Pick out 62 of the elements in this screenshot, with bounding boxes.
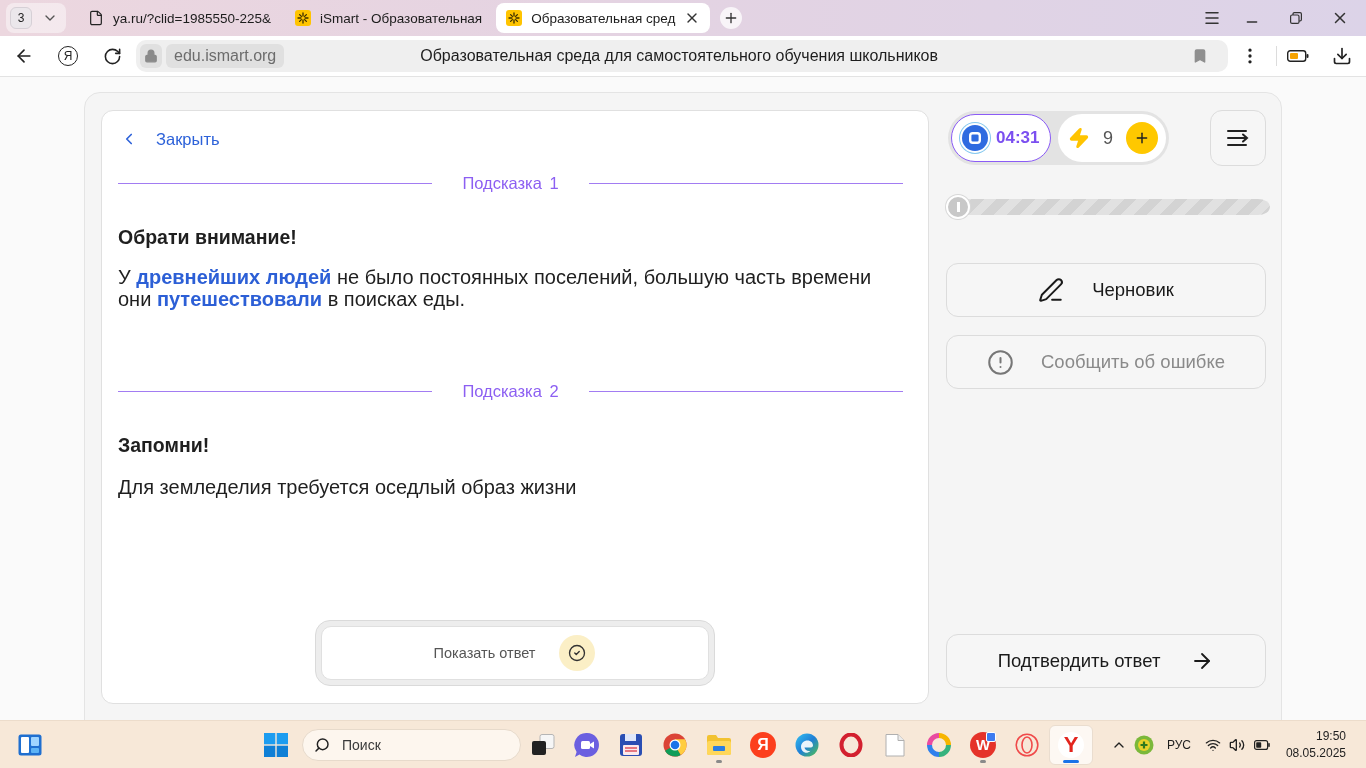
bookmark-icon[interactable] <box>1192 48 1208 64</box>
chrome-icon[interactable] <box>663 732 687 757</box>
language-indicator[interactable]: РУС <box>1167 737 1192 752</box>
yandex-browser-icon[interactable]: Y <box>1058 731 1084 758</box>
show-answer-button[interactable]: Показать ответ <box>320 626 709 680</box>
submit-answer-button[interactable]: Подтвердить ответ <box>946 634 1266 688</box>
hint-heading: Запомни! <box>118 433 211 457</box>
task-view-icon[interactable] <box>531 733 555 756</box>
clock-date[interactable]: 08.05.2025 <box>1285 744 1346 762</box>
video-chat-icon[interactable] <box>574 731 600 758</box>
energy-count: 9 <box>1103 127 1113 149</box>
start-icon[interactable] <box>264 732 288 757</box>
volume-icon[interactable] <box>1229 736 1246 753</box>
star-logo-icon <box>506 10 523 26</box>
search-field[interactable]: Поиск <box>302 728 521 761</box>
edge-icon[interactable] <box>795 732 819 757</box>
hint-heading: Обрати внимание! <box>118 225 298 249</box>
lock-icon <box>140 44 162 68</box>
battery-icon[interactable] <box>1287 50 1309 62</box>
tab-counter-button[interactable]: 3 <box>10 7 32 29</box>
opera-icon[interactable] <box>839 732 863 757</box>
browser-tab[interactable]: ya.ru/?clid=1985550-225& <box>78 3 281 33</box>
taskbar-app-button[interactable]: Я <box>741 724 785 765</box>
widgets-icon[interactable] <box>18 733 42 756</box>
download-icon[interactable] <box>1332 46 1352 66</box>
hint-text: У древнейших людей не было постоянных поселений, большую часть времени они путешествовали в поисках еды. <box>118 266 873 310</box>
clock-time[interactable]: 19:50 <box>1315 727 1346 745</box>
menu-button[interactable] <box>1210 110 1266 166</box>
address-bar[interactable]: edu.ismart.org Образовательная среда для самостоятельного обучения школьников <box>136 40 1228 72</box>
battery-icon[interactable] <box>1254 739 1271 750</box>
plus-circle-icon[interactable] <box>1134 734 1154 755</box>
folder-icon[interactable] <box>706 733 732 756</box>
browser-tab[interactable]: Образовательная сред <box>496 3 711 33</box>
search-icon <box>314 736 330 753</box>
draft-button[interactable]: Черновик <box>946 263 1266 317</box>
exclamation-circle-icon <box>987 348 1014 376</box>
photos-icon[interactable] <box>927 732 951 757</box>
pencil-icon <box>1038 277 1065 303</box>
reload-icon[interactable] <box>102 46 122 66</box>
plus-button[interactable] <box>1126 122 1158 154</box>
restore-icon[interactable] <box>1290 12 1302 24</box>
hint-label: Подсказка 2 <box>462 381 559 401</box>
url-domain: edu.ismart.org <box>166 44 285 68</box>
taskbar-app-button[interactable]: Y <box>1049 724 1093 765</box>
new-tab-button[interactable] <box>720 7 743 29</box>
progress-thumb[interactable] <box>946 195 970 219</box>
browser-tab[interactable]: iSmart - Образовательная <box>285 3 493 33</box>
hint-text: Для земледелия требуется оседлый образ жизни <box>118 476 578 498</box>
document-icon <box>88 10 104 26</box>
lightning-icon <box>1068 127 1090 149</box>
stop-icon[interactable] <box>962 125 988 151</box>
yandex-logo-icon[interactable]: Я <box>750 731 776 758</box>
hint-label: Подсказка 1 <box>462 173 559 193</box>
list-arrow-icon <box>1227 129 1249 147</box>
menu-icon[interactable] <box>1203 9 1221 27</box>
opera-gx-icon[interactable] <box>1015 732 1039 757</box>
plus-icon <box>1134 130 1150 146</box>
close-link[interactable]: Закрыть <box>118 129 220 149</box>
star-logo-icon <box>295 10 311 26</box>
timer-text: 04:31 <box>996 128 1040 148</box>
check-circle-icon <box>559 635 596 671</box>
page-title: Образовательная среда для самостоятельного обучения школьников <box>420 47 938 65</box>
